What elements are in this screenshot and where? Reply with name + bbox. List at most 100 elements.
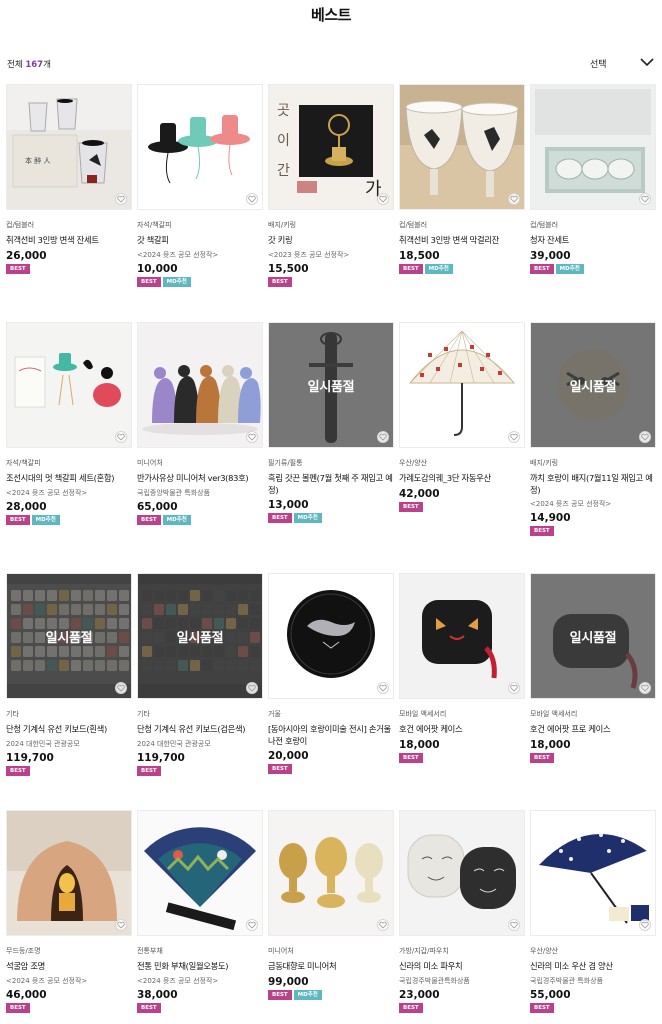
wishlist-heart-icon[interactable] [377,682,389,694]
product-name[interactable]: 청자 잔세트 [530,235,656,247]
product-name[interactable]: 금동대향로 미니어처 [268,961,394,973]
wishlist-heart-icon[interactable] [639,682,651,694]
product-name[interactable]: 전통 민화 부채(일월오봉도) [137,961,263,973]
product-thumbnail[interactable]: 일시품절 [530,322,656,448]
badge-group: BEST [530,752,656,763]
product-thumbnail[interactable]: 本 醉 人 [6,84,132,210]
best-badge: BEST [137,765,161,776]
best-badge: BEST [268,276,292,287]
wishlist-heart-icon[interactable] [508,919,520,931]
product-info: 미니어처 금동대향로 미니어처 99,000 BEST MD추천 [268,946,394,1000]
wishlist-heart-icon[interactable] [377,919,389,931]
badge-group: BEST [530,1002,656,1013]
product-thumbnail[interactable] [399,810,525,936]
product-category: 모바일 액세서리 [530,710,578,718]
product-info: 기타 단청 기계식 유선 키보드(흰색) 2024 대한민국 관광공모 119,70… [6,709,132,776]
md-pick-badge: MD추천 [293,989,322,1000]
product-name[interactable]: 호건 에어팟 프로 케이스 [530,724,656,736]
wishlist-heart-icon[interactable] [115,919,127,931]
product-thumbnail[interactable] [399,322,525,448]
product-thumbnail[interactable] [399,84,525,210]
product-subtitle: 국립중앙박물관 특화상품 [137,488,211,497]
best-badge: BEST [399,752,423,763]
best-badge: BEST [268,513,292,523]
product-thumbnail[interactable] [137,810,263,936]
product-name[interactable]: 단청 기계식 유선 키보드(흰색) [6,724,132,736]
best-badge: BEST [530,526,554,536]
product-category: 필기류/필통 [268,459,303,467]
product-name[interactable]: 조선시대의 멋 책갈피 세트(혼합) [6,473,132,485]
product-subtitle: <2024 뮷즈 공모 선정작> [530,500,612,508]
product-thumbnail[interactable] [6,322,132,448]
wishlist-heart-icon[interactable] [639,193,651,205]
wishlist-heart-icon[interactable] [115,193,127,205]
product-price: 18,500 [399,249,440,262]
product-name[interactable]: 석굴암 조명 [6,961,132,973]
product-name[interactable]: 까치 호랑이 배지(7월11일 재입고 예정) [530,473,656,496]
wishlist-heart-icon[interactable] [508,431,520,443]
product-name[interactable]: 흑립 갓끈 볼펜(7월 첫째 주 재입고 예정) [268,473,394,496]
soldout-overlay: 일시품절 [138,574,262,698]
wishlist-heart-icon[interactable] [639,431,651,443]
product-thumbnail[interactable] [530,84,656,210]
product-image [138,811,262,935]
product-thumbnail[interactable] [6,810,132,936]
product-thumbnail[interactable] [137,84,263,210]
product-thumbnail[interactable] [530,810,656,936]
wishlist-heart-icon[interactable] [246,682,258,694]
product-thumbnail[interactable]: 일시품절 [6,573,132,699]
product-subtitle: <2024 뮷즈 공모 선정작> [137,976,219,985]
product-name[interactable]: 반가사유상 미니어처 ver3(83호) [137,473,263,485]
product-name[interactable]: 신라의 미소 우산 겸 양산 [530,961,656,973]
product-name[interactable]: 갓 책갈피 [137,235,263,247]
product-image [138,323,262,447]
product-thumbnail[interactable]: 곳이간가 [268,84,394,210]
best-badge: BEST [268,764,292,774]
product-thumbnail[interactable] [399,573,525,699]
wishlist-heart-icon[interactable] [246,193,258,205]
wishlist-heart-icon[interactable] [115,682,127,694]
product-info: 자석/책갈피 갓 책갈피 <2024 뮷즈 공모 선정작> 10,000 BEST M… [137,220,263,287]
badge-group: BEST MD추천 [6,514,132,525]
page-title: 베스트 [311,6,351,24]
md-pick-badge: MD추천 [555,263,584,274]
wishlist-heart-icon[interactable] [639,919,651,931]
product-category: 미니어처 [268,947,294,955]
product-image [138,85,262,209]
wishlist-heart-icon[interactable] [508,193,520,205]
badge-group: BEST MD추천 [268,989,394,1000]
soldout-overlay: 일시품절 [269,323,393,447]
product-thumbnail[interactable] [268,573,394,699]
best-badge: BEST [6,765,30,776]
product-name[interactable]: 취객선비 3인방 변색 막걸리잔 [399,235,525,247]
product-info: 우산/양산 신라의 미소 우산 겸 양산 국립경주박물관 특화상품 55,000 B… [530,946,656,1013]
badge-group: BEST [530,526,656,536]
count-number: 167 [25,60,44,70]
product-thumbnail[interactable]: 일시품절 [268,322,394,448]
product-name[interactable]: 갓 키링 [268,235,394,247]
product-info: 우산/양산 가례도감의궤_3단 자동우산 42,000 BEST [399,458,525,512]
product-thumbnail[interactable]: 일시품절 [530,573,656,699]
product-thumbnail[interactable]: 일시품절 [137,573,263,699]
wishlist-heart-icon[interactable] [508,682,520,694]
product-name[interactable]: 가례도감의궤_3단 자동우산 [399,473,525,485]
product-image [531,811,655,935]
wishlist-heart-icon[interactable] [246,919,258,931]
count-prefix: 전체 [7,60,26,70]
wishlist-heart-icon[interactable] [246,431,258,443]
product-name[interactable]: 신라의 미소 파우치 [399,961,525,973]
product-name[interactable]: 단청 기계식 유선 키보드(검은색) [137,724,263,736]
product-image [400,323,524,447]
sort-dropdown[interactable]: 선택 [590,55,654,71]
product-name[interactable]: 취객선비 3인방 변색 잔세트 [6,235,132,247]
product-subtitle: <2023 뮷즈 공모 선정작> [268,250,350,259]
svg-text:이: 이 [277,133,290,149]
wishlist-heart-icon[interactable] [377,431,389,443]
product-thumbnail[interactable] [137,322,263,448]
product-name[interactable]: 호건 에어팟 케이스 [399,724,525,736]
wishlist-heart-icon[interactable] [377,193,389,205]
wishlist-heart-icon[interactable] [115,431,127,443]
product-thumbnail[interactable] [268,810,394,936]
product-category: 기타 [6,710,19,718]
product-name[interactable]: [동아시아의 호랑이미술 전시] 손거울 나전 호랑이 [268,724,394,747]
